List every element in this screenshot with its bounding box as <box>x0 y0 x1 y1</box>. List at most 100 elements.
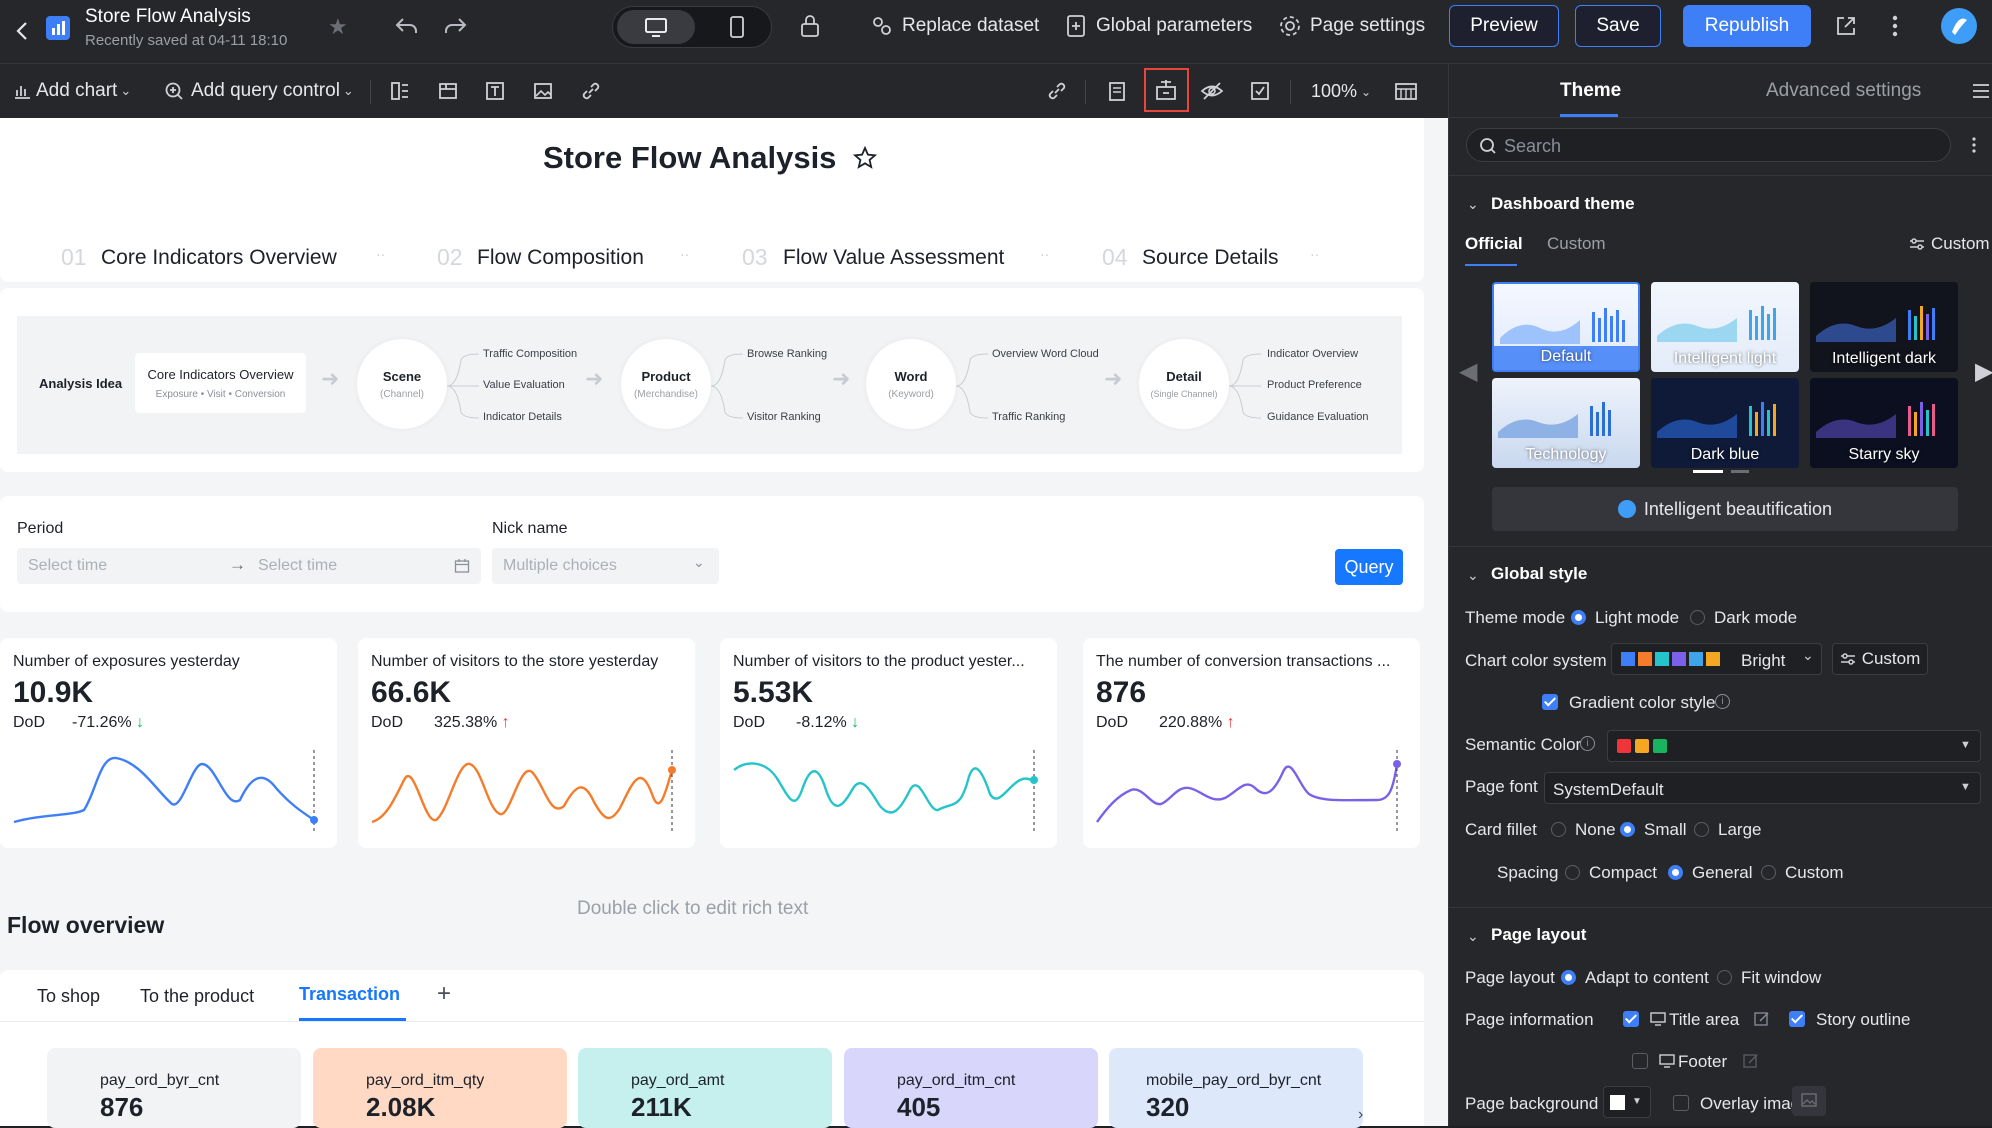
page-settings-button[interactable]: Page settings <box>1278 14 1425 38</box>
theme-intelligent-dark[interactable]: Intelligent dark <box>1810 282 1958 372</box>
republish-button[interactable]: Republish <box>1683 5 1811 47</box>
spacing-compact-radio[interactable] <box>1565 865 1580 880</box>
preview-button[interactable]: Preview <box>1449 5 1559 47</box>
fillet-large-label[interactable]: Large <box>1718 820 1761 840</box>
chart-color-select[interactable]: Bright ⌄ <box>1611 643 1822 675</box>
more-icon[interactable] <box>1890 12 1900 40</box>
ai-link-icon[interactable] <box>1046 80 1068 102</box>
footer-label[interactable]: Footer <box>1678 1052 1727 1072</box>
theme-technology[interactable]: Technology <box>1492 378 1640 468</box>
kpi-card-store-visitors[interactable]: Number of visitors to the store yesterda… <box>358 638 695 848</box>
add-query-control-button[interactable]: Add query control ⌄ <box>163 80 354 102</box>
info-icon[interactable]: i <box>1715 694 1730 709</box>
undo-icon[interactable] <box>394 14 420 38</box>
adapt-content-radio[interactable] <box>1561 970 1576 985</box>
edit-icon[interactable] <box>1754 1011 1770 1027</box>
save-button[interactable]: Save <box>1575 5 1661 47</box>
theme-default[interactable]: Default <box>1492 282 1640 372</box>
desktop-view-icon[interactable] <box>617 10 695 44</box>
zoom-select[interactable]: 100% ⌄ <box>1311 81 1371 102</box>
theme-tab-official[interactable]: Official <box>1465 234 1523 254</box>
fillet-small-label[interactable]: Small <box>1644 820 1687 840</box>
layout-icon[interactable] <box>389 80 411 102</box>
tab-advanced-settings[interactable]: Advanced settings <box>1766 80 1921 102</box>
global-parameters-button[interactable]: Global parameters <box>1064 14 1252 38</box>
gradient-checkbox[interactable] <box>1542 694 1558 710</box>
search-input[interactable]: Search <box>1466 128 1951 162</box>
dashboard-theme-title[interactable]: Dashboard theme <box>1491 194 1635 214</box>
end-date-field[interactable]: Select time <box>258 557 337 575</box>
fillet-none-label[interactable]: None <box>1575 820 1616 840</box>
gradient-label[interactable]: Gradient color style <box>1569 693 1715 713</box>
theme-dark-blue[interactable]: Dark blue <box>1651 378 1799 468</box>
spacing-general-radio[interactable] <box>1668 865 1683 880</box>
flow-tab-to-shop[interactable]: To shop <box>37 986 100 1007</box>
star-icon[interactable]: ★ <box>328 14 348 40</box>
replace-dataset-button[interactable]: Replace dataset <box>870 14 1039 38</box>
title-area-label[interactable]: Title area <box>1669 1010 1739 1030</box>
collapse-icon[interactable] <box>1971 81 1991 101</box>
checklist-icon[interactable] <box>1249 80 1271 102</box>
kpi-card-product-visitors[interactable]: Number of visitors to the product yester… <box>720 638 1057 848</box>
table-icon[interactable] <box>1394 80 1418 102</box>
page-layout-title[interactable]: Page layout <box>1491 925 1586 945</box>
image-upload-icon[interactable] <box>1792 1086 1826 1116</box>
image-icon[interactable] <box>532 80 554 102</box>
light-mode-radio[interactable] <box>1571 610 1586 625</box>
rich-text-placeholder[interactable]: Double click to edit rich text <box>577 898 808 920</box>
lock-icon[interactable] <box>798 13 822 39</box>
flow-tab-transaction[interactable]: Transaction <box>299 984 400 1005</box>
start-date-field[interactable]: Select time <box>28 557 107 575</box>
light-mode-label[interactable]: Light mode <box>1595 608 1679 628</box>
layout-structure-button[interactable] <box>1144 68 1189 112</box>
date-range-picker[interactable]: Select time → Select time <box>17 548 481 584</box>
text-icon[interactable] <box>484 80 506 102</box>
open-external-icon[interactable] <box>1834 14 1858 38</box>
next-arrow-icon[interactable]: › <box>1358 1106 1363 1124</box>
chevron-down-icon[interactable]: ⌄ <box>1467 196 1479 213</box>
info-icon[interactable]: i <box>1580 736 1595 751</box>
dark-mode-radio[interactable] <box>1690 610 1705 625</box>
theme-next-icon[interactable]: ▶ <box>1975 357 1992 386</box>
add-chart-button[interactable]: Add chart ⌄ <box>12 80 131 102</box>
tab-container-icon[interactable] <box>437 80 459 102</box>
metric-card[interactable]: pay_ord_itm_qty 2.08K <box>313 1048 567 1128</box>
link-icon[interactable] <box>580 80 602 102</box>
fillet-small-radio[interactable] <box>1620 822 1635 837</box>
ai-assistant-icon[interactable] <box>1941 8 1977 44</box>
metric-card[interactable]: pay_ord_itm_cnt 405 <box>844 1048 1098 1128</box>
fit-window-label[interactable]: Fit window <box>1741 968 1821 988</box>
redo-icon[interactable] <box>442 14 468 38</box>
carousel-dots[interactable] <box>1693 470 1749 473</box>
adapt-content-label[interactable]: Adapt to content <box>1585 968 1709 988</box>
spacing-custom-label[interactable]: Custom <box>1785 863 1844 883</box>
favorite-star-icon[interactable] <box>853 146 877 170</box>
footer-checkbox[interactable] <box>1632 1053 1648 1069</box>
edit-icon[interactable] <box>1743 1053 1759 1069</box>
query-button[interactable]: Query <box>1335 549 1403 585</box>
back-icon[interactable] <box>12 16 32 46</box>
kpi-card-exposures[interactable]: Number of exposures yesterday 10.9K DoD … <box>0 638 337 848</box>
theme-intelligent-light[interactable]: Intelligent light <box>1651 282 1799 372</box>
metric-card[interactable]: mobile_pay_ord_byr_cnt 320 <box>1109 1048 1363 1128</box>
theme-tab-custom[interactable]: Custom <box>1547 234 1606 254</box>
story-outline-checkbox[interactable] <box>1789 1011 1805 1027</box>
page-font-select[interactable]: SystemDefault ▼ <box>1544 772 1981 804</box>
theme-prev-icon[interactable]: ◀ <box>1459 357 1477 386</box>
spacing-general-label[interactable]: General <box>1692 863 1752 883</box>
spacing-compact-label[interactable]: Compact <box>1589 863 1657 883</box>
page-title[interactable]: Store Flow Analysis <box>85 6 251 28</box>
spacing-custom-radio[interactable] <box>1761 865 1776 880</box>
overlay-image-checkbox[interactable] <box>1673 1095 1689 1111</box>
chevron-down-icon[interactable]: ⌄ <box>1467 567 1479 584</box>
page-background-color[interactable]: ▼ <box>1603 1086 1651 1118</box>
custom-theme-link[interactable]: Custom <box>1909 234 1990 254</box>
add-tab-button[interactable]: + <box>437 980 451 1008</box>
story-outline-label[interactable]: Story outline <box>1816 1010 1911 1030</box>
kpi-card-conversion-transactions[interactable]: The number of conversion transactions ..… <box>1083 638 1420 848</box>
chevron-down-icon[interactable]: ⌄ <box>1467 928 1479 945</box>
theme-starry-sky[interactable]: Starry sky <box>1810 378 1958 468</box>
title-area-checkbox[interactable] <box>1623 1011 1639 1027</box>
fillet-none-radio[interactable] <box>1551 822 1566 837</box>
hide-view-icon[interactable] <box>1200 80 1224 102</box>
